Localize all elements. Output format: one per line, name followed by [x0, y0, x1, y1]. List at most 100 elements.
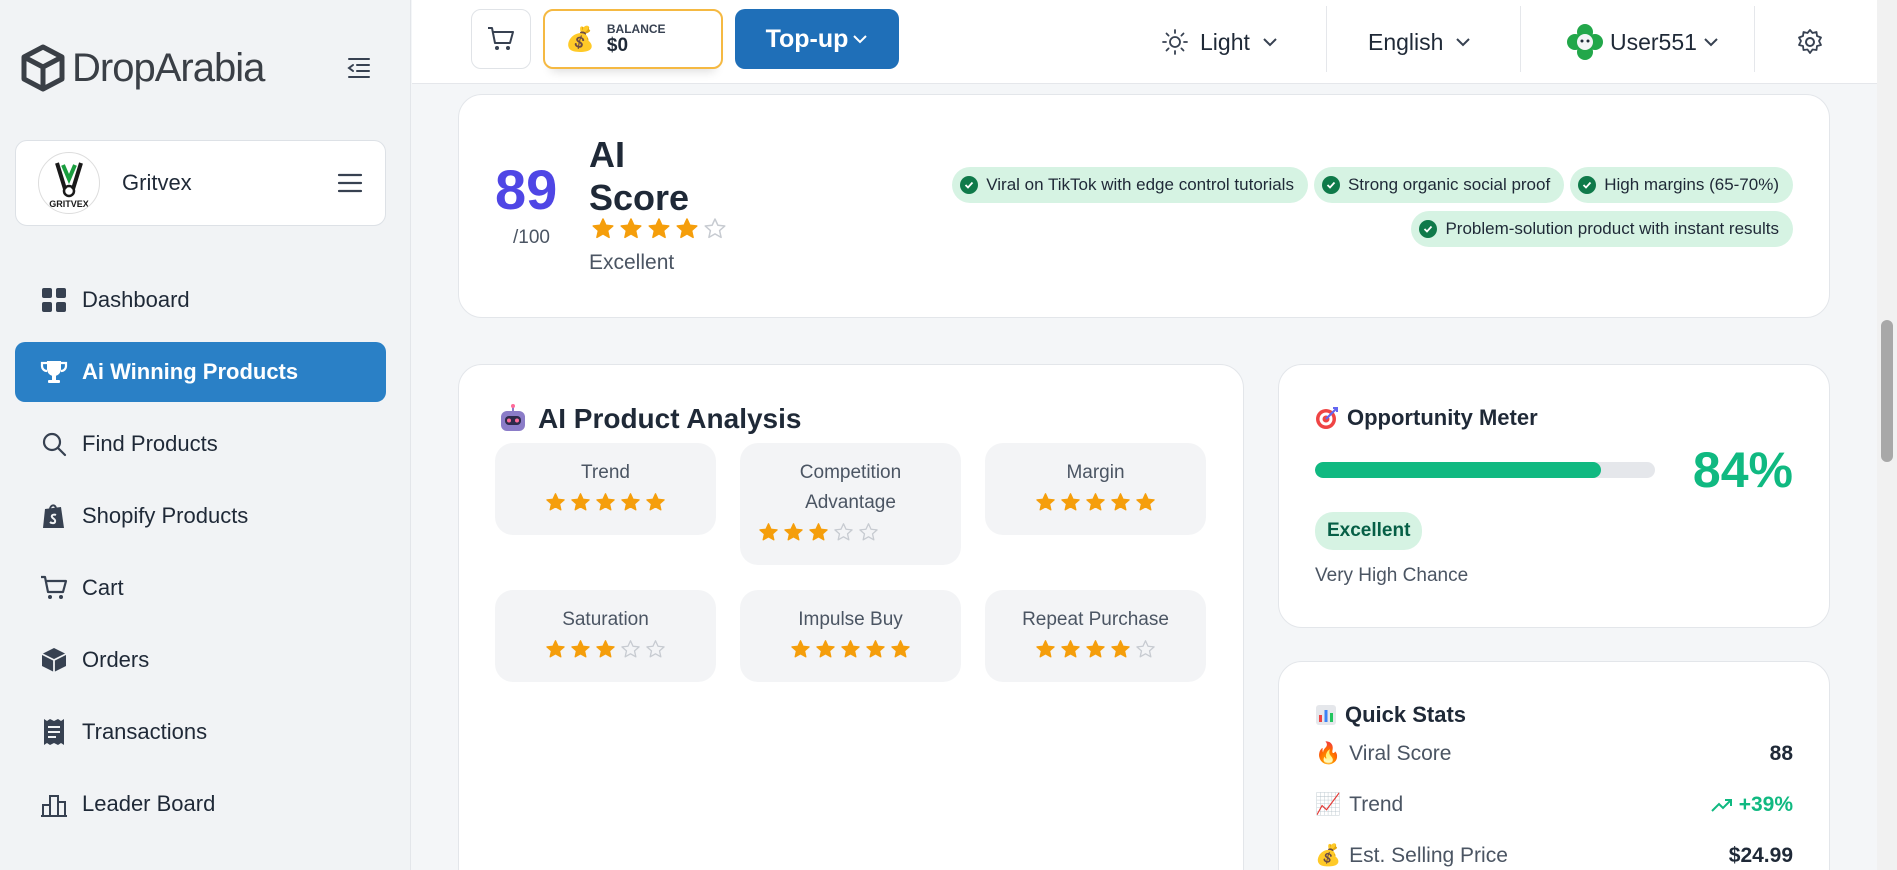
bar-chart-icon	[1316, 705, 1336, 725]
sidebar-item-ai-winning-products[interactable]: Ai Winning Products	[15, 342, 386, 402]
star-filled-icon	[816, 640, 835, 658]
sidebar-item-orders[interactable]: Orders	[15, 630, 386, 690]
opportunity-progress-fill	[1315, 462, 1601, 478]
metric-stars	[740, 522, 961, 543]
star-empty-icon	[834, 523, 853, 541]
stat-value: 88	[1769, 742, 1793, 765]
trending-up-icon	[1710, 799, 1732, 812]
sidebar-item-label: Transactions	[82, 719, 208, 744]
star-filled-icon	[648, 218, 670, 239]
star-filled-icon	[1086, 640, 1105, 658]
chevron-down-icon	[1704, 38, 1718, 47]
language-dropdown[interactable]: English	[1368, 0, 1471, 84]
store-name: Gritvex	[122, 170, 192, 195]
sidebar-item-leader-board[interactable]: Leader Board	[15, 774, 386, 834]
star-filled-icon	[546, 493, 565, 511]
star-filled-icon	[1036, 640, 1055, 658]
topbar-cart-button[interactable]	[471, 9, 531, 69]
search-icon	[40, 430, 68, 458]
star-filled-icon	[841, 640, 860, 658]
balance-widget[interactable]: 💰 BALANCE $0	[543, 9, 723, 69]
logo-row: DropArabia	[20, 40, 374, 96]
svg-text:GRITVEX: GRITVEX	[49, 199, 89, 209]
ai-score-stars	[589, 217, 729, 246]
metric-stars	[495, 492, 716, 513]
ai-analysis-title: AI Product Analysis	[498, 403, 801, 435]
star-filled-icon	[620, 218, 642, 239]
sidebar-item-dashboard[interactable]: Dashboard	[15, 270, 386, 330]
star-filled-icon	[791, 640, 810, 658]
star-filled-icon	[1086, 493, 1105, 511]
brand-logo[interactable]: DropArabia	[20, 44, 265, 92]
tag-text: Viral on TikTok with edge control tutori…	[986, 175, 1294, 194]
check-circle-icon	[1578, 176, 1597, 194]
star-empty-icon	[1136, 640, 1155, 658]
cart-icon	[40, 574, 68, 602]
stat-row-est-selling-price: 💰 Est. Selling Price $24.99	[1315, 841, 1793, 870]
sidebar-item-shopify-products[interactable]: Shopify Products	[15, 486, 386, 546]
sidebar: DropArabia GRITVEX Gritvex Dashboard Ai …	[0, 0, 411, 870]
metric-label: Impulse Buy	[798, 609, 903, 630]
ai-score-tags: Viral on TikTok with edge control tutori…	[893, 167, 1793, 247]
page-scrollbar[interactable]	[1877, 0, 1897, 870]
balance-value: $0	[606, 35, 629, 56]
star-filled-icon	[676, 218, 698, 239]
collapse-sidebar-button[interactable]	[344, 53, 374, 83]
indent-icon	[347, 58, 370, 78]
ai-score-title: AI Score	[589, 134, 690, 218]
metric-stars	[740, 639, 961, 660]
user-menu[interactable]: User551	[1566, 0, 1719, 84]
opportunity-badge: Excellent	[1315, 512, 1423, 550]
star-filled-icon	[571, 493, 590, 511]
topbar-divider	[1754, 6, 1755, 72]
settings-button[interactable]	[1796, 0, 1824, 84]
sidebar-item-label: Ai Winning Products	[82, 359, 299, 384]
stat-value: $24.99	[1728, 844, 1793, 867]
opportunity-title: Opportunity Meter	[1315, 405, 1538, 431]
sidebar-item-transactions[interactable]: Transactions	[15, 702, 386, 762]
ai-score-out-of: /100	[513, 227, 550, 248]
star-filled-icon	[546, 640, 565, 658]
sidebar-item-label: Leader Board	[82, 791, 216, 816]
topup-label: Top-up	[765, 24, 849, 53]
stat-label: Viral Score	[1349, 742, 1452, 765]
star-filled-icon	[759, 523, 778, 541]
star-filled-icon	[784, 523, 803, 541]
tag-text: High margins (65-70%)	[1604, 175, 1779, 194]
robot-icon	[501, 404, 525, 431]
sun-icon	[1162, 29, 1188, 55]
star-filled-icon	[596, 493, 615, 511]
quick-stats-card: Quick Stats 🔥 Viral Score 88 📈 Trend +39% …	[1278, 661, 1830, 870]
star-empty-icon	[621, 640, 640, 658]
theme-label: Light	[1200, 28, 1250, 55]
ai-analysis-title-text: AI Product Analysis	[538, 403, 802, 434]
balance-label: BALANCE	[606, 22, 666, 36]
topup-button[interactable]: Top-up	[735, 9, 899, 69]
topbar: 💰 BALANCE $0 Top-up Light English User55…	[412, 0, 1897, 84]
sidebar-item-find-products[interactable]: Find Products	[15, 414, 386, 474]
store-selector[interactable]: GRITVEX Gritvex	[15, 140, 386, 226]
ai-score-card: 89 /100 AI Score Excellent Viral on TikT…	[458, 94, 1830, 318]
scrollbar-thumb[interactable]	[1881, 320, 1893, 462]
opportunity-meter-card: Opportunity Meter 84% Excellent Very Hig…	[1278, 364, 1830, 628]
metric-label: Margin	[1066, 462, 1125, 483]
trophy-icon	[40, 358, 68, 386]
theme-dropdown[interactable]: Light	[1162, 0, 1278, 84]
ai-score-rating-label: Excellent	[589, 251, 675, 274]
metric-label: Competition Advantage	[799, 462, 902, 513]
star-empty-icon	[646, 640, 665, 658]
sidebar-item-cart[interactable]: Cart	[15, 558, 386, 618]
star-filled-icon	[1061, 493, 1080, 511]
star-filled-icon	[646, 493, 665, 511]
ai-analysis-card: AI Product Analysis Trend Competition Ad…	[458, 364, 1244, 870]
star-filled-icon	[1111, 640, 1130, 658]
chart-up-icon: 📈	[1315, 793, 1342, 816]
metric-label: Saturation	[562, 609, 649, 630]
hamburger-menu-icon[interactable]	[337, 172, 363, 194]
star-filled-icon	[1036, 493, 1055, 511]
star-empty-icon	[704, 218, 726, 239]
check-circle-icon	[1321, 176, 1340, 194]
metric-saturation: Saturation	[495, 590, 716, 682]
money-bag-icon: 💰	[1315, 844, 1342, 867]
check-circle-icon	[1419, 220, 1438, 238]
